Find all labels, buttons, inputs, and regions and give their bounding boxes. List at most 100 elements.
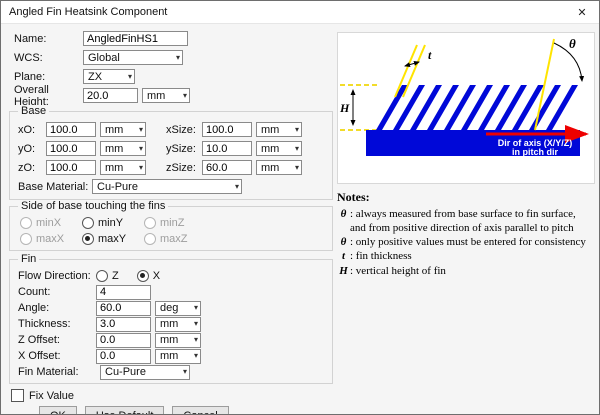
radio-icon	[144, 233, 156, 245]
cancel-button[interactable]: Cancel	[172, 406, 228, 415]
chevron-down-icon: ▾	[293, 126, 299, 134]
radio-minx[interactable]: minX	[20, 217, 82, 229]
z-offset-unit-select[interactable]: mm ▾	[155, 333, 201, 348]
theta-symbol: θ	[337, 207, 350, 236]
side-max-row: maxX maxY maxZ	[14, 231, 328, 247]
angled-fin-heatsink-dialog: Angled Fin Heatsink Component ✕ Name: WC…	[0, 0, 600, 415]
chevron-down-icon: ▾	[293, 145, 299, 153]
thickness-label: Thickness:	[18, 318, 96, 330]
radio-icon	[96, 270, 108, 282]
use-default-button[interactable]: Use Default	[85, 406, 164, 415]
chevron-down-icon: ▾	[293, 164, 299, 172]
base-material-value: Cu-Pure	[97, 181, 138, 193]
overall-height-input[interactable]	[83, 88, 138, 103]
xsize-unit-value: mm	[261, 124, 279, 136]
base-groupbox: Base xO: mm ▾ xSize: mm ▾ y	[9, 111, 333, 200]
fix-value-row[interactable]: Fix Value	[9, 388, 333, 403]
t-symbol: t	[337, 249, 350, 263]
xsize-unit-select[interactable]: mm ▾	[256, 122, 302, 137]
note-text: : vertical height of fin	[350, 264, 593, 278]
radio-maxx-label: maxX	[36, 233, 64, 245]
wcs-select[interactable]: Global ▾	[83, 50, 183, 65]
radio-flow-x[interactable]: X	[137, 270, 160, 282]
close-button[interactable]: ✕	[565, 1, 599, 23]
titlebar[interactable]: Angled Fin Heatsink Component ✕	[1, 1, 599, 24]
thickness-row: Thickness: mm ▾	[14, 316, 328, 332]
note-item-t: t: fin thickness	[337, 249, 593, 263]
count-row: Count:	[14, 284, 328, 300]
z-offset-input[interactable]	[96, 333, 151, 348]
chevron-down-icon: ▾	[181, 368, 187, 376]
radio-maxx[interactable]: maxX	[20, 233, 82, 245]
radio-icon	[137, 270, 149, 282]
radio-minz[interactable]: minZ	[144, 217, 206, 229]
flow-direction-label: Flow Direction:	[18, 270, 96, 282]
z-offset-row: Z Offset: mm ▾	[14, 332, 328, 348]
angle-unit-value: deg	[160, 302, 178, 314]
angle-unit-select[interactable]: deg ▾	[155, 301, 201, 316]
angle-input[interactable]	[96, 301, 151, 316]
notes-title: Notes:	[337, 190, 593, 206]
base-z-row: zO: mm ▾ zSize: mm ▾	[14, 158, 328, 177]
chevron-down-icon: ▾	[137, 126, 143, 134]
radio-maxz[interactable]: maxZ	[144, 233, 206, 245]
xo-unit-select[interactable]: mm ▾	[100, 122, 146, 137]
side-min-row: minX minY minZ	[14, 215, 328, 231]
zsize-input[interactable]	[202, 160, 252, 175]
x-offset-unit-select[interactable]: mm ▾	[155, 349, 201, 364]
base-y-row: yO: mm ▾ ySize: mm ▾	[14, 139, 328, 158]
plane-select[interactable]: ZX ▾	[83, 69, 135, 84]
thickness-input[interactable]	[96, 317, 151, 332]
radio-icon	[82, 233, 94, 245]
note-item-h: H: vertical height of fin	[337, 264, 593, 278]
base-x-row: xO: mm ▾ xSize: mm ▾	[14, 120, 328, 139]
zo-unit-value: mm	[105, 162, 123, 174]
fin-material-label: Fin Material:	[18, 366, 96, 378]
note-item-theta-2: θ: only positive values must be entered …	[337, 235, 593, 249]
zo-unit-select[interactable]: mm ▾	[100, 160, 146, 175]
theta-arc	[554, 43, 582, 81]
overall-height-unit-select[interactable]: mm ▾	[142, 88, 190, 103]
ysize-unit-select[interactable]: mm ▾	[256, 141, 302, 156]
radio-minz-label: minZ	[160, 217, 184, 229]
fin-material-select[interactable]: Cu-Pure ▾	[100, 365, 190, 380]
plane-label: Plane:	[9, 71, 83, 83]
ysize-input[interactable]	[202, 141, 252, 156]
yo-input[interactable]	[46, 141, 96, 156]
chevron-down-icon: ▾	[174, 54, 180, 62]
fix-value-label: Fix Value	[29, 390, 74, 402]
dialog-content: Name: WCS: Global ▾ Plane: ZX ▾ Overall …	[1, 24, 600, 415]
xsize-input[interactable]	[202, 122, 252, 137]
h-symbol: H	[337, 264, 350, 278]
fin-material-row: Fin Material: Cu-Pure ▾	[14, 364, 328, 380]
base-material-select[interactable]: Cu-Pure ▾	[92, 179, 242, 194]
note-text: : only positive values must be entered f…	[350, 235, 593, 249]
name-input[interactable]	[83, 31, 188, 46]
ysize-unit-value: mm	[261, 143, 279, 155]
fin-groupbox: Fin Flow Direction: Z X Count:	[9, 259, 333, 384]
radio-miny[interactable]: minY	[82, 217, 144, 229]
yo-unit-select[interactable]: mm ▾	[100, 141, 146, 156]
x-offset-input[interactable]	[96, 349, 151, 364]
radio-icon	[20, 217, 32, 229]
radio-maxz-label: maxZ	[160, 233, 188, 245]
fix-value-checkbox[interactable]	[11, 389, 24, 402]
count-input[interactable]	[96, 285, 151, 300]
xo-input[interactable]	[46, 122, 96, 137]
radio-maxy[interactable]: maxY	[82, 233, 144, 245]
notes-section: Notes: θ: always measured from base surf…	[337, 190, 593, 278]
zsize-unit-select[interactable]: mm ▾	[256, 160, 302, 175]
angle-row: Angle: deg ▾	[14, 300, 328, 316]
flow-direction-row: Flow Direction: Z X	[14, 268, 328, 284]
wcs-value: Global	[88, 52, 120, 64]
ok-button[interactable]: OK	[39, 406, 77, 415]
radio-flow-z[interactable]: Z	[96, 270, 119, 282]
thickness-unit-select[interactable]: mm ▾	[155, 317, 201, 332]
chevron-down-icon: ▾	[181, 92, 187, 100]
zo-label: zO:	[18, 162, 46, 174]
form-area: Name: WCS: Global ▾ Plane: ZX ▾ Overall …	[9, 29, 333, 415]
x-offset-row: X Offset: mm ▾	[14, 348, 328, 364]
note-text: : always measured from base surface to f…	[350, 207, 593, 236]
base-group-title: Base	[18, 105, 49, 117]
zo-input[interactable]	[46, 160, 96, 175]
